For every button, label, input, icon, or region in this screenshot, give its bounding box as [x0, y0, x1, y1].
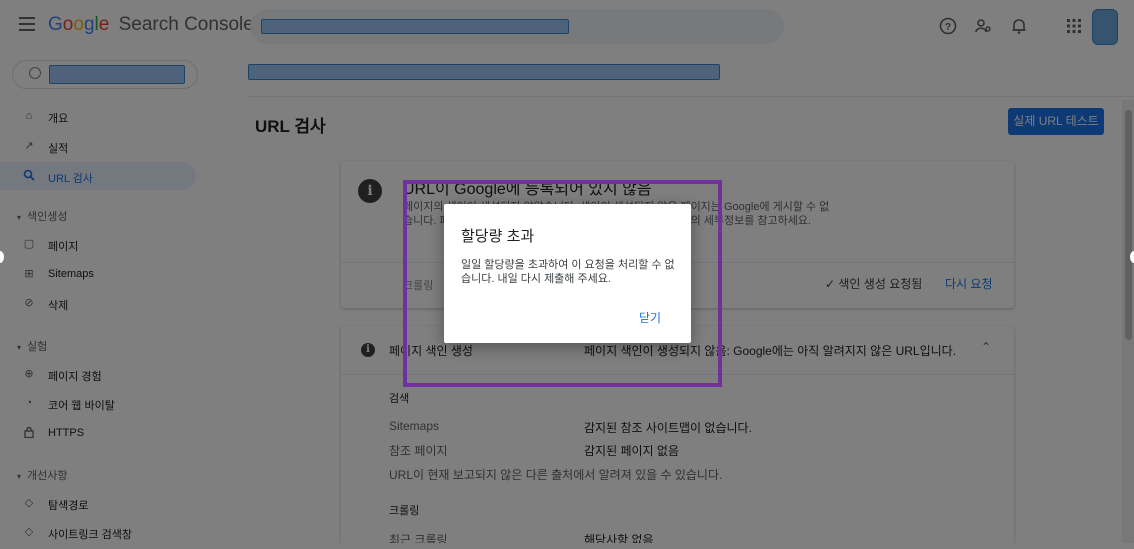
quota-exceeded-dialog: 할당량 초과 일일 할당량을 초과하여 이 요청을 처리할 수 없습니다. 내일… — [444, 204, 691, 343]
dialog-title: 할당량 초과 — [461, 228, 535, 245]
dialog-message: 일일 할당량을 초과하여 이 요청을 처리할 수 없습니다. 내일 다시 제출해… — [461, 259, 675, 285]
resize-handle-right[interactable] — [1130, 251, 1134, 263]
dialog-close-button[interactable]: 닫기 — [628, 308, 672, 328]
